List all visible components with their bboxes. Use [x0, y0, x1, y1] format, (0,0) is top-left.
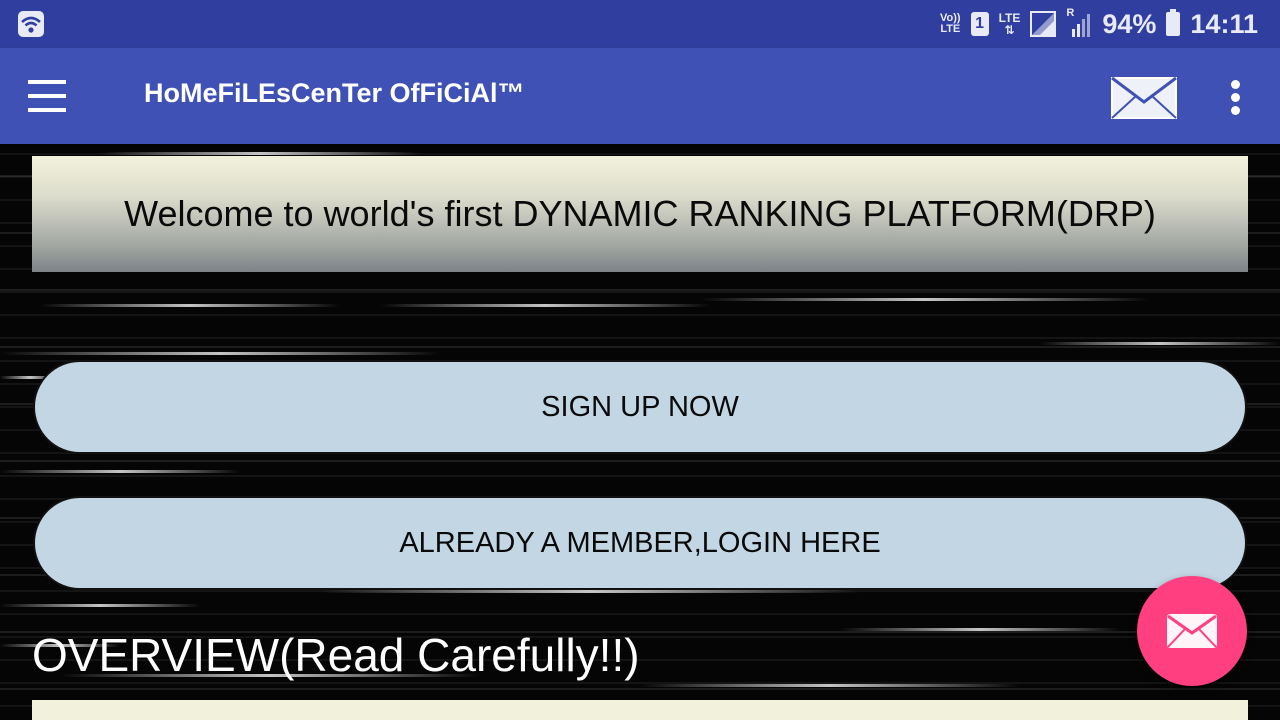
status-bar: Vo)) LTE 1 LTE ⇅ R 94% 14:11 — [0, 0, 1280, 48]
sign-up-label: SIGN UP NOW — [541, 390, 739, 423]
main-content[interactable]: Welcome to world's first DYNAMIC RANKING… — [0, 144, 1280, 720]
login-label: ALREADY A MEMBER,LOGIN HERE — [399, 526, 881, 559]
envelope-icon[interactable] — [1110, 74, 1178, 122]
volte-indicator: Vo)) LTE — [940, 12, 961, 35]
welcome-banner: Welcome to world's first DYNAMIC RANKING… — [32, 156, 1248, 272]
app-title: HoMeFiLEsCenTer OfFiCiAl™ — [144, 78, 525, 108]
wifi-icon — [18, 11, 44, 37]
sign-up-button[interactable]: SIGN UP NOW — [33, 360, 1247, 454]
status-icons: Vo)) LTE 1 LTE ⇅ R 94% 14:11 — [940, 0, 1258, 48]
app-bar: HoMeFiLEsCenTer OfFiCiAl™ — [0, 48, 1280, 144]
compose-mail-fab[interactable] — [1137, 576, 1247, 686]
login-button[interactable]: ALREADY A MEMBER,LOGIN HERE — [33, 496, 1247, 590]
overview-panel — [32, 700, 1248, 720]
signal-sim1-icon — [1030, 11, 1057, 37]
more-vertical-icon[interactable] — [1218, 76, 1254, 120]
battery-percentage: 94% — [1102, 8, 1157, 39]
envelope-icon — [1167, 614, 1217, 648]
sim-slot-icon: 1 — [970, 12, 989, 36]
hamburger-menu-icon[interactable] — [22, 74, 70, 118]
signal-sim2-icon: R — [1066, 7, 1092, 39]
battery-icon — [1166, 9, 1181, 36]
lte-indicator: LTE ⇅ — [998, 11, 1021, 37]
overview-heading: OVERVIEW(Read Carefully!!) — [32, 629, 640, 681]
clock: 14:11 — [1190, 8, 1258, 39]
welcome-text: Welcome to world's first DYNAMIC RANKING… — [124, 193, 1156, 234]
